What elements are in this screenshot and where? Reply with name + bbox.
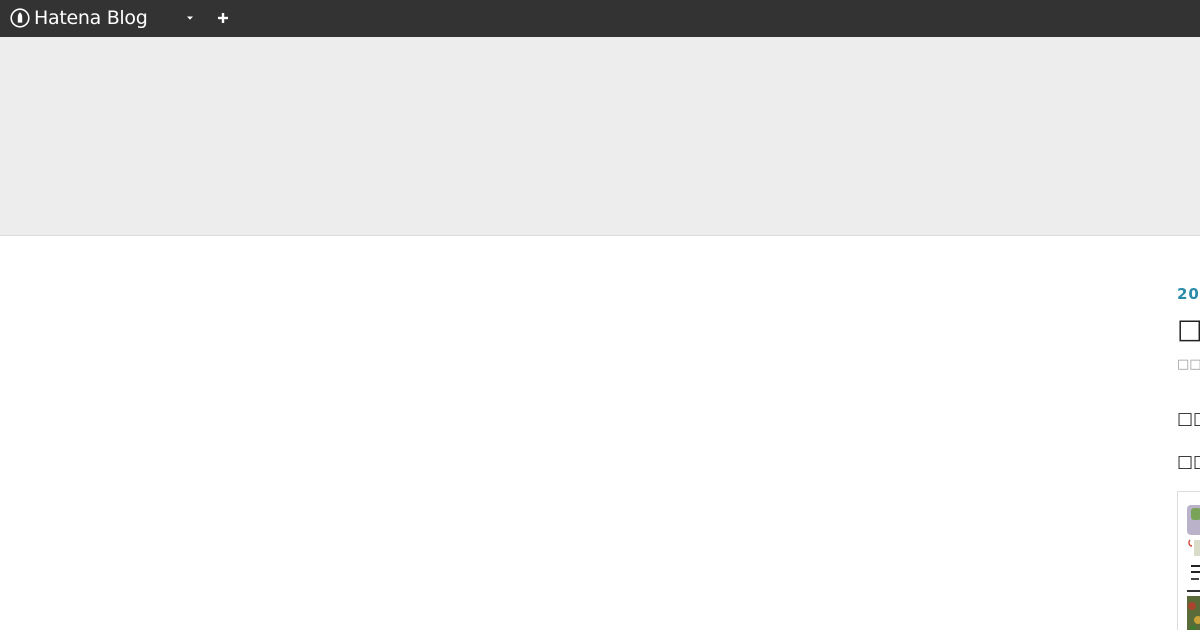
- hatena-blog-home-link[interactable]: Hatena Blog: [10, 7, 148, 29]
- entry-category[interactable]: □□□: [1177, 357, 1200, 372]
- blog-menu-dropdown[interactable]: [180, 8, 200, 28]
- brand-name: Hatena Blog: [34, 7, 148, 29]
- entry-heading: □□□: [1177, 409, 1200, 429]
- entry-date-link[interactable]: 20: [1177, 285, 1200, 303]
- entry-title[interactable]: □□: [1177, 314, 1200, 345]
- main-content: 20 □□ □□□ □□□ □□□: [0, 236, 1200, 630]
- entry-heading: □□□: [1177, 452, 1200, 472]
- plus-icon: [218, 13, 228, 23]
- top-navbar: Hatena Blog: [0, 0, 1200, 37]
- hatena-logo-icon: [10, 8, 30, 28]
- card-thumbnail-image: [1187, 502, 1200, 630]
- new-entry-button[interactable]: [213, 8, 233, 28]
- caret-down-icon: [187, 16, 193, 20]
- entry-link-card[interactable]: [1177, 491, 1200, 630]
- blog-header-banner: [0, 37, 1200, 236]
